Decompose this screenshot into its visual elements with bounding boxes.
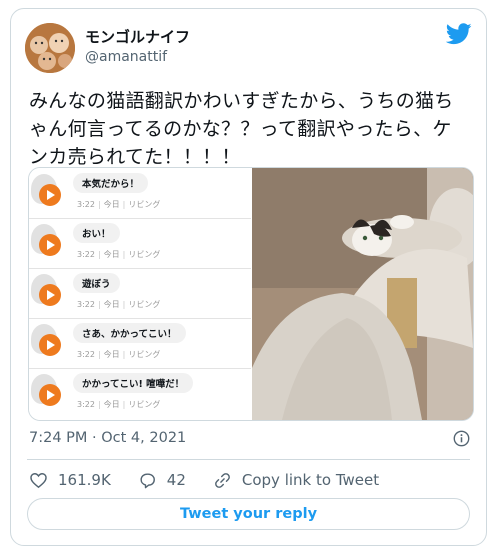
tweet-card: モンゴルナイフ @amanattif みんなの猫語翻訳かわいすぎたから、うちの猫… <box>10 8 487 546</box>
tweet-text: みんなの猫語翻訳かわいすぎたから、うちの猫ちゃん何言ってるのかな？？って翻訳やっ… <box>29 90 454 168</box>
list-item: さあ、かかってこい！ 3:22 | 今日 | リビング <box>29 318 251 369</box>
author-handle[interactable]: @amanattif <box>85 49 167 65</box>
play-icon <box>39 184 61 206</box>
author-name[interactable]: モンゴルナイフ <box>85 26 190 47</box>
action-bar: 161.9K 42 Copy link to Tweet <box>29 470 379 490</box>
message-meta: 3:22 | 今日 | リビング <box>77 250 161 259</box>
reply-count[interactable]: 42 <box>167 471 186 489</box>
translation-screenshot: 本気だから！ 3:22 | 今日 | リビング おい！ 3:22 | 今日 | リビング 遊ぼう… <box>29 168 251 420</box>
list-item: おい！ 3:22 | 今日 | リビング <box>29 218 251 269</box>
message-bubble: かかってこい! 喧嘩だ！ <box>73 373 194 393</box>
cat-photo <box>252 168 473 420</box>
tweet-reply-button[interactable]: Tweet your reply <box>27 498 470 530</box>
tweet-media[interactable]: 本気だから！ 3:22 | 今日 | リビング おい！ 3:22 | 今日 | リビング 遊ぼう… <box>28 167 474 421</box>
heart-icon[interactable] <box>29 471 48 490</box>
list-item: 遊ぼう 3:22 | 今日 | リビング <box>29 268 251 319</box>
link-icon[interactable] <box>213 471 232 490</box>
list-item: 本気だから！ 3:22 | 今日 | リビング <box>29 168 251 219</box>
like-count[interactable]: 161.9K <box>58 471 111 489</box>
message-bubble: 本気だから！ <box>73 173 149 193</box>
divider <box>27 459 470 460</box>
message-meta: 3:22 | 今日 | リビング <box>77 400 161 409</box>
message-meta: 3:22 | 今日 | リビング <box>77 300 161 309</box>
play-icon <box>39 234 61 256</box>
message-bubble: おい！ <box>73 223 120 243</box>
avatar-image <box>25 23 75 73</box>
copy-link-button[interactable]: Copy link to Tweet <box>242 471 379 489</box>
message-bubble: さあ、かかってこい！ <box>73 323 186 343</box>
play-icon <box>39 384 61 406</box>
twitter-bird-icon[interactable] <box>446 23 472 45</box>
message-bubble: 遊ぼう <box>73 273 120 293</box>
info-icon[interactable] <box>453 430 470 447</box>
play-icon <box>39 284 61 306</box>
list-item: かかってこい! 喧嘩だ！ 3:22 | 今日 | リビング <box>29 368 251 418</box>
message-meta: 3:22 | 今日 | リビング <box>77 200 161 209</box>
message-meta: 3:22 | 今日 | リビング <box>77 350 161 359</box>
avatar[interactable] <box>25 23 75 73</box>
play-icon <box>39 334 61 356</box>
tweet-timestamp[interactable]: 7:24 PM · Oct 4, 2021 <box>29 430 186 446</box>
reply-bubble-icon[interactable] <box>138 471 157 490</box>
